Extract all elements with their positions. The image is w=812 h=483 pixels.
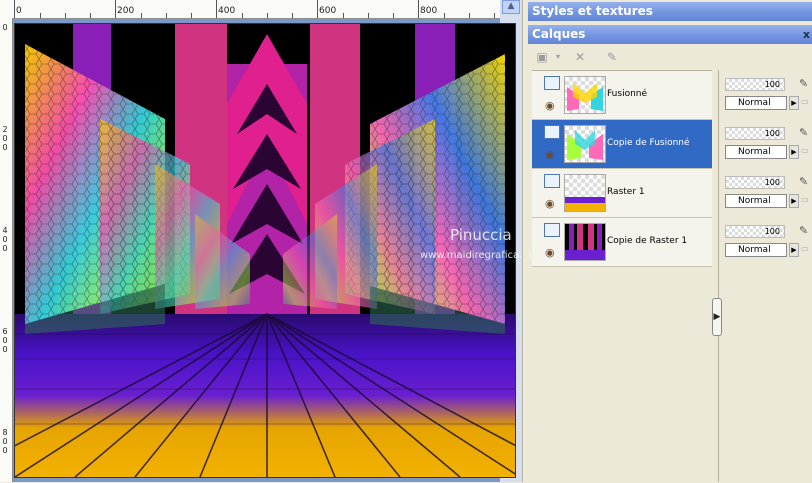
- pen-icon[interactable]: ✎: [799, 126, 808, 139]
- scroll-up-icon[interactable]: ▲: [502, 0, 520, 14]
- opacity-slider[interactable]: 100: [725, 78, 785, 91]
- ruler-left-label: 0: [2, 134, 8, 143]
- blend-mode-select[interactable]: Normal: [725, 96, 787, 110]
- pen-icon[interactable]: ✎: [799, 224, 808, 237]
- layer-name: Copie de Raster 1: [607, 236, 688, 246]
- ruler-left-label: 0: [2, 345, 8, 354]
- layer-row-copie-raster-1[interactable]: ◉ Copie de Raster 1: [532, 218, 712, 267]
- lock-icon[interactable]: ▭: [801, 195, 809, 204]
- layer-name: Fusionné: [607, 89, 648, 99]
- watermark-title: Pinuccia: [450, 226, 512, 244]
- ruler-top-label: 200: [117, 6, 135, 16]
- layer-props-raster-1: 100 ✎ Normal ▶ ▭: [719, 168, 812, 216]
- blend-dropdown-arrow[interactable]: ▶: [789, 194, 799, 208]
- lock-icon[interactable]: ▭: [801, 97, 809, 106]
- lock-icon[interactable]: ▭: [801, 146, 809, 155]
- blend-mode-select[interactable]: Normal: [725, 145, 787, 159]
- horizontal-ruler: 0 200 400 600 800: [0, 0, 522, 19]
- layer-thumbnail: [564, 76, 606, 114]
- ruler-left-label: 0: [2, 244, 8, 253]
- ruler-top-label: 0: [16, 6, 22, 16]
- layer-props-copie-raster-1: 100 ✎ Normal ▶ ▭: [719, 217, 812, 265]
- opacity-slider[interactable]: 100: [725, 127, 785, 140]
- delete-layer-icon[interactable]: ✕: [572, 49, 588, 65]
- ruler-left-label: 2: [2, 125, 8, 134]
- splitter-grip-icon[interactable]: ▶: [712, 298, 722, 336]
- ruler-left-label: 0: [2, 143, 8, 152]
- eye-icon[interactable]: ◉: [545, 197, 555, 210]
- layer-properties-column: 100 ✎ Normal ▶ ▭ 100 ✎ Normal ▶ ▭ 100 ✎ …: [718, 70, 812, 482]
- ruler-top-label: 800: [420, 6, 438, 16]
- layer-thumbnail: [564, 125, 606, 163]
- layers-panel-title: Calques: [532, 27, 586, 41]
- lock-icon[interactable]: ▭: [801, 244, 809, 253]
- pen-icon[interactable]: ✎: [799, 175, 808, 188]
- ruler-left-label: 4: [2, 226, 8, 235]
- ruler-left-label: 0: [2, 235, 8, 244]
- ruler-left-label: 0: [2, 437, 8, 446]
- layer-row-fusionne[interactable]: ◉ Fusionné: [532, 71, 712, 120]
- ruler-top-label: 600: [319, 6, 337, 16]
- chevron-down-icon[interactable]: ▾: [550, 49, 566, 65]
- blend-dropdown-arrow[interactable]: ▶: [789, 145, 799, 159]
- panel-splitter[interactable]: [522, 0, 529, 482]
- styles-panel-header[interactable]: Styles et textures: [528, 2, 812, 21]
- layer-icon: [544, 223, 560, 237]
- pen-icon[interactable]: ✎: [799, 77, 808, 90]
- eye-icon[interactable]: ◉: [545, 246, 555, 259]
- layer-thumbnail: [564, 223, 606, 261]
- watermark-url: www.maidiregrafica.eu: [420, 250, 535, 261]
- vertical-ruler: 0 2 0 0 4 0 0 6 0 0 8 0 0: [0, 18, 13, 482]
- layer-list: ◉ Fusionné ◉ Copie de Fusionné ◉ Raster …: [532, 70, 712, 483]
- layers-toolbar: ▣ ▾ ✕ ✎: [530, 46, 812, 68]
- ruler-left-label: 0: [2, 446, 8, 455]
- blend-dropdown-arrow[interactable]: ▶: [789, 243, 799, 257]
- layer-row-raster-1[interactable]: ◉ Raster 1: [532, 169, 712, 218]
- layer-name: Copie de Fusionné: [607, 138, 690, 148]
- ruler-left-label: 6: [2, 327, 8, 336]
- eye-icon[interactable]: ◉: [545, 99, 555, 112]
- canvas-window: 0 200 400 600 800 0 2 0 0 4 0 0 6 0 0 8 …: [0, 0, 535, 482]
- layer-thumbnail: [564, 174, 606, 212]
- new-layer-icon[interactable]: ▣: [534, 49, 550, 65]
- layer-icon: [544, 76, 560, 90]
- layer-icon: [544, 125, 560, 139]
- layer-row-copie-fusionne[interactable]: ◉ Copie de Fusionné: [532, 120, 712, 169]
- close-icon[interactable]: x: [803, 25, 810, 44]
- layer-icon: [544, 174, 560, 188]
- layer-props-copie-fusionne: 100 ✎ Normal ▶ ▭: [719, 119, 812, 167]
- layer-name: Raster 1: [607, 187, 645, 197]
- eye-icon[interactable]: ◉: [545, 148, 555, 161]
- layer-properties-icon[interactable]: ✎: [604, 49, 620, 65]
- ruler-left-label: 0: [2, 336, 8, 345]
- opacity-slider[interactable]: 100: [725, 176, 785, 189]
- ruler-left-label: 8: [2, 428, 8, 437]
- blend-mode-select[interactable]: Normal: [725, 243, 787, 257]
- layer-props-fusionne: 100 ✎ Normal ▶ ▭: [719, 70, 812, 118]
- blend-dropdown-arrow[interactable]: ▶: [789, 96, 799, 110]
- layers-panel-header[interactable]: Calques x: [528, 25, 812, 44]
- ruler-left-label: 0: [2, 23, 8, 32]
- styles-panel-title: Styles et textures: [532, 4, 653, 18]
- opacity-slider[interactable]: 100: [725, 225, 785, 238]
- blend-mode-select[interactable]: Normal: [725, 194, 787, 208]
- ruler-top-label: 400: [218, 6, 236, 16]
